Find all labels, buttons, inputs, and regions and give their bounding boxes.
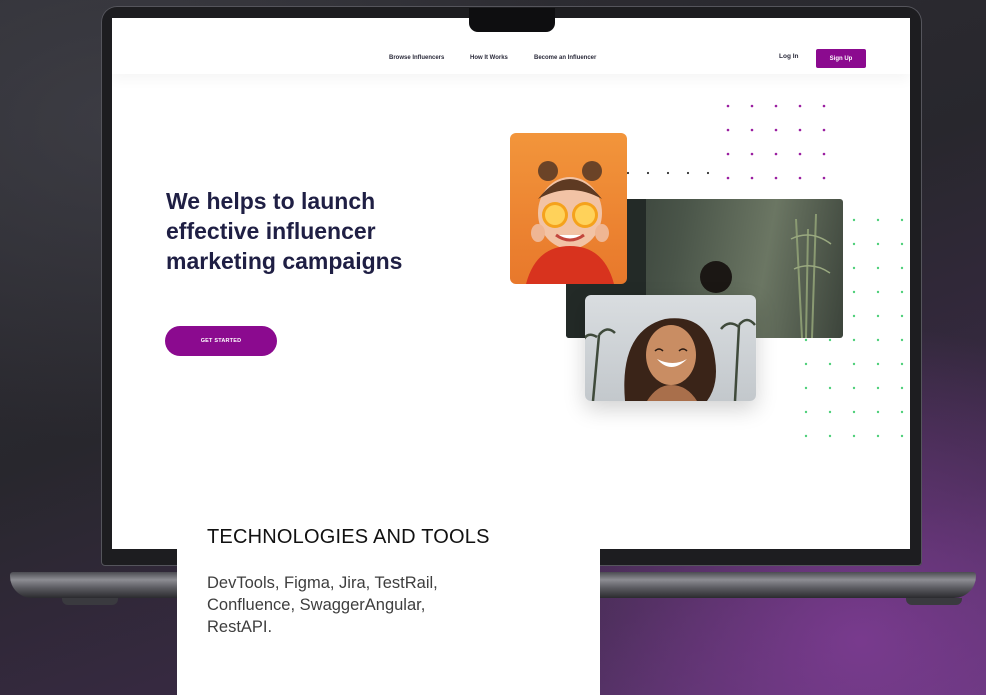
laptop-screen: Browse Influencers How It Works Become a… (112, 18, 910, 549)
login-button[interactable]: Log In (779, 53, 799, 60)
purple-dot-grid (726, 104, 826, 180)
hero-headline-line-2: effective influencer (166, 218, 376, 244)
technologies-card-title: TECHNOLOGIES AND TOOLS (207, 526, 490, 548)
dark-dot-row (626, 171, 710, 175)
technologies-card-body: DevTools, Figma, Jira, TestRail, Conflue… (207, 572, 567, 638)
get-started-button[interactable]: GET STARTED (165, 326, 277, 356)
nav-browse-influencers[interactable]: Browse Influencers (389, 55, 444, 61)
laptop-foot-right (906, 598, 962, 605)
hero-headline: We helps to launch effective influencer … (166, 186, 486, 276)
hero-headline-line-1: We helps to launch (166, 188, 376, 214)
hero-photo-smiling-woman (585, 295, 756, 401)
technologies-line-1: DevTools, Figma, Jira, TestRail, (207, 574, 438, 592)
laptop-foot-left (62, 598, 118, 605)
nav-how-it-works[interactable]: How It Works (470, 55, 508, 61)
signup-button[interactable]: Sign Up (816, 49, 866, 68)
technologies-line-2: Confluence, SwaggerAngular, (207, 596, 426, 614)
hero-headline-line-3: marketing campaigns (166, 248, 403, 274)
camera-notch (469, 8, 555, 32)
technologies-card: TECHNOLOGIES AND TOOLS DevTools, Figma, … (177, 487, 600, 695)
technologies-line-3: RestAPI. (207, 618, 273, 636)
nav-become-influencer[interactable]: Become an Influencer (534, 55, 596, 61)
hero-photo-girl-oranges (510, 133, 627, 284)
